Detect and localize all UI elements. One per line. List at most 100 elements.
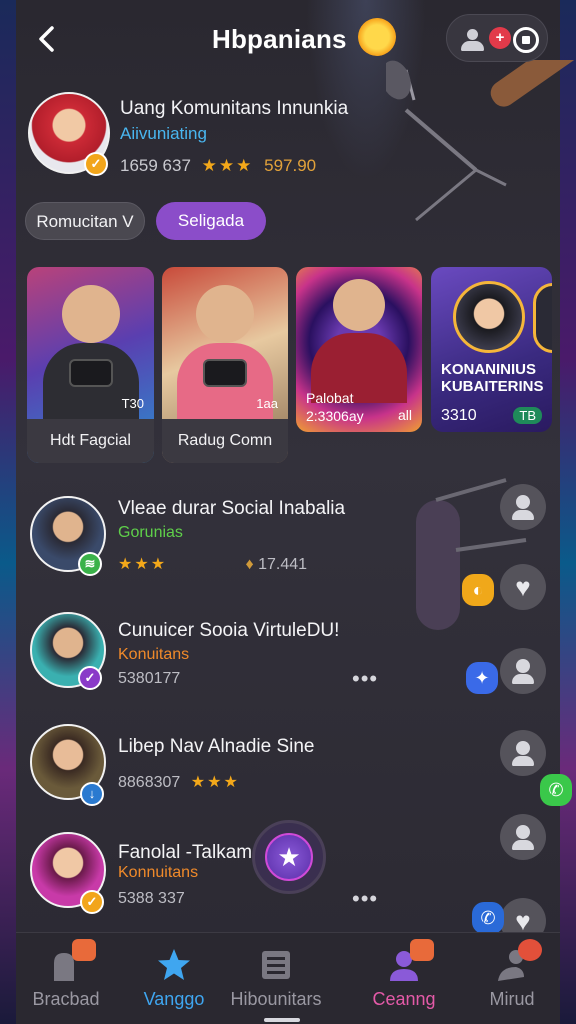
card-title: KONANINIUS KUBAITERINS	[441, 361, 544, 395]
follow-button[interactable]	[500, 730, 546, 776]
person-photo	[333, 279, 385, 331]
list-avatar[interactable]: ✓	[30, 612, 106, 690]
card-badge: TB	[513, 407, 542, 424]
nav-label: Ceanng	[372, 989, 436, 1009]
list-avatar[interactable]: ✓	[30, 832, 106, 914]
back-button[interactable]	[34, 22, 60, 56]
card-caption: Radug Comn	[162, 419, 288, 463]
portrait-photo	[453, 281, 525, 353]
list-item[interactable]: ✓ Cunuicer Sooia VirtuleDU! Konuitans 53…	[0, 606, 576, 716]
person-photo	[61, 285, 120, 343]
page-title: Hbpanians	[212, 24, 347, 54]
card-title-line2: KUBAITERINS	[441, 378, 544, 395]
list-subtitle: Gorunias	[118, 524, 183, 541]
nav-label: Vanggo	[143, 989, 205, 1009]
featured-card-1[interactable]: T30 Hdt Fagcial	[27, 267, 154, 463]
chip-community[interactable]: Romucitan V	[25, 202, 145, 240]
gem-icon: ♦	[245, 556, 254, 573]
card-extra: all	[397, 407, 412, 423]
follow-button[interactable]	[500, 484, 546, 530]
sun-mascot-icon	[358, 18, 396, 56]
star-rating: ★★★	[118, 556, 168, 573]
list-subtitle: Konnuitans	[118, 864, 199, 881]
featured-card-4[interactable]: KONANINIUS KUBAITERINS 3310 TB	[431, 267, 552, 432]
person-photo	[196, 285, 254, 343]
more-options-icon[interactable]: •••	[352, 886, 378, 912]
nav-item-hibounitars[interactable]: Hibounitars	[226, 933, 326, 1024]
card-meta: Palobat 2:3306ay	[306, 389, 364, 425]
list-avatar[interactable]: ↓	[30, 724, 106, 806]
chevron-left-icon	[39, 26, 54, 52]
featured-card-2[interactable]: 1aa Radug Comn	[162, 267, 288, 463]
nav-item-mirud[interactable]: Mirud	[462, 933, 562, 1024]
microphone-decoration	[386, 60, 576, 222]
star-rating: ★★★	[201, 156, 254, 175]
nav-item-vanggo[interactable]: Vanggo	[124, 933, 224, 1024]
camera-icon	[203, 359, 247, 387]
card-meta-line1: Palobat	[306, 390, 354, 406]
nav-badge	[518, 939, 542, 961]
header-actions-pill: +	[446, 14, 548, 62]
list-stats: 5388 337	[118, 890, 185, 907]
heart-button[interactable]: ♥	[500, 564, 546, 610]
follow-button[interactable]	[500, 648, 546, 694]
card-count: 1aa	[256, 396, 278, 411]
list-icon	[262, 951, 290, 979]
phone-icon[interactable]: ✆	[472, 902, 504, 934]
nav-badge	[72, 939, 96, 961]
profile-name: Uang Komunitans Innunkia	[120, 98, 349, 119]
star-icon	[158, 949, 190, 980]
profile-subtitle: Aiivuniating	[120, 124, 207, 143]
verified-badge: ✓	[78, 666, 102, 690]
profile-score: 597.90	[264, 156, 317, 175]
featured-card-3[interactable]: Palobat 2:3306ay all	[296, 267, 422, 432]
star-rating: ★★★	[190, 774, 240, 791]
nav-label: Mirud	[489, 989, 535, 1009]
nav-label: Bracbad	[32, 989, 100, 1009]
add-friend-icon[interactable]: +	[459, 27, 511, 51]
list-title: Libep Nav Alnadie Sine	[118, 736, 315, 757]
list-title: Fanolal -Talkam	[118, 842, 253, 863]
list-item[interactable]: ≋ Vleae durar Social Inabalia Gorunias ★…	[0, 484, 576, 610]
card-meta-line2: 2:3306ay	[306, 408, 364, 424]
verified-badge: ↓	[80, 782, 104, 806]
list-score: 17.441	[258, 556, 308, 573]
more-options-icon[interactable]: •••	[352, 666, 378, 692]
bottom-navigation: Bracbad Vanggo Hibounitars Ceanng Mirud	[16, 932, 560, 1024]
home-indicator[interactable]	[264, 1018, 300, 1022]
list-stats: 5380177	[118, 670, 181, 687]
profile-stats-count: 1659 637	[120, 156, 191, 175]
list-stats: ★★★ ♦ 17.441	[118, 554, 307, 574]
card-caption: Hdt Fagcial	[27, 419, 154, 463]
phone-icon[interactable]: ✆	[540, 774, 572, 806]
list-title: Vleae durar Social Inabalia	[118, 498, 346, 519]
create-fab-button[interactable]: ★	[252, 820, 326, 894]
nav-badge	[410, 939, 434, 961]
record-icon[interactable]	[513, 27, 539, 53]
list-count: 8868307	[118, 774, 181, 791]
verified-badge: ✓	[84, 152, 108, 176]
nav-label: Hibounitars	[230, 989, 322, 1009]
chip-selected[interactable]: Seligada	[156, 202, 266, 240]
coin-icon: ◐	[462, 574, 494, 606]
top-header: Hbpanians +	[0, 0, 576, 84]
list-avatar[interactable]: ≋	[30, 496, 106, 576]
star-icon: ★	[265, 833, 313, 881]
list-title: Cunuicer Sooia VirtuleDU!	[118, 620, 340, 641]
card-title-line1: KONANINIUS	[441, 361, 537, 378]
list-stats: 8868307 ★★★	[118, 772, 240, 792]
list-subtitle: Konuitans	[118, 646, 190, 663]
profile-stats: 1659 637 ★★★ 597.90	[120, 156, 316, 176]
list-item[interactable]: ↓ Libep Nav Alnadie Sine 8868307 ★★★ ✆	[0, 722, 576, 832]
nav-item-ceanng[interactable]: Ceanng	[354, 933, 454, 1024]
verified-badge: ✓	[80, 890, 104, 914]
verified-badge: ≋	[78, 552, 102, 576]
card-count: T30	[121, 396, 144, 411]
follow-button[interactable]	[500, 814, 546, 860]
notification-badge: +	[489, 27, 511, 49]
portrait-photo-2	[533, 283, 552, 353]
camera-icon	[68, 359, 113, 387]
profile-avatar[interactable]: ✓	[28, 92, 110, 176]
nav-item-bracbad[interactable]: Bracbad	[16, 933, 116, 1024]
share-icon[interactable]: ✦	[466, 662, 498, 694]
